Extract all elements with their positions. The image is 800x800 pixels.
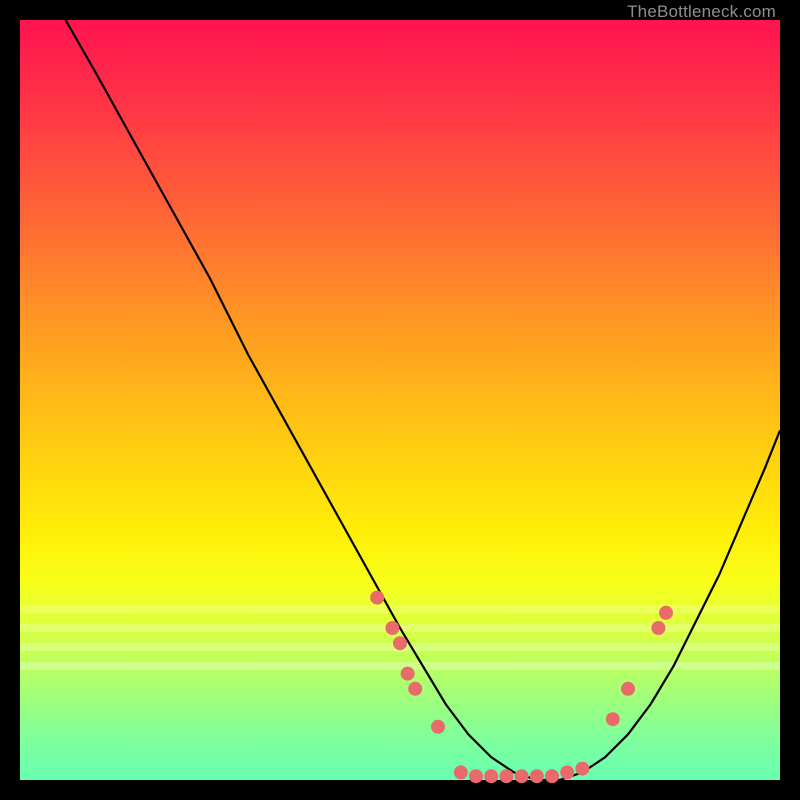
data-points [370, 591, 673, 784]
data-point [408, 682, 422, 696]
data-point [431, 720, 445, 734]
data-point [393, 636, 407, 650]
data-point [530, 769, 544, 783]
chart-svg [20, 20, 780, 780]
chart-frame: TheBottleneck.com [20, 20, 780, 780]
data-point [515, 769, 529, 783]
data-point [560, 765, 574, 779]
data-point [499, 769, 513, 783]
data-point [454, 765, 468, 779]
data-point [401, 667, 415, 681]
data-point [370, 591, 384, 605]
data-point [545, 769, 559, 783]
data-point [385, 621, 399, 635]
data-point [575, 762, 589, 776]
data-point [469, 769, 483, 783]
bottleneck-curve [66, 20, 780, 780]
data-point [606, 712, 620, 726]
data-point [484, 769, 498, 783]
attribution-text: TheBottleneck.com [627, 2, 776, 22]
data-point [659, 606, 673, 620]
data-point [621, 682, 635, 696]
data-point [651, 621, 665, 635]
